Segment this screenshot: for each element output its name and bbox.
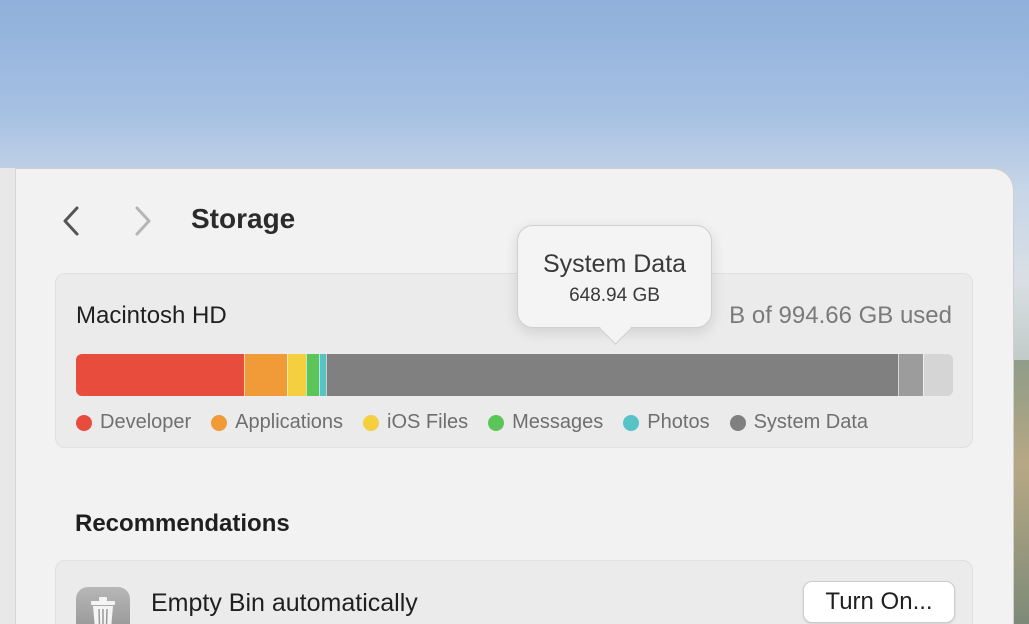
disk-name: Macintosh HD (76, 302, 227, 329)
tooltip-value: 648.94 GB (569, 285, 660, 306)
bar-segment-applications[interactable] (243, 354, 288, 396)
settings-window: Storage Macintosh HD B of 994.66 GB used… (16, 168, 1014, 624)
storage-used-text: B of 994.66 GB used (729, 302, 952, 329)
legend-dot (76, 414, 92, 431)
legend-item: Applications (211, 411, 343, 434)
legend-item: Developer (76, 411, 191, 434)
sidebar-edge (0, 168, 16, 624)
legend-dot (623, 414, 640, 431)
legend-item: System Data (729, 411, 869, 434)
legend-label: iOS Files (387, 411, 469, 433)
legend-item: Messages (488, 411, 603, 434)
bar-segment-developer[interactable] (76, 354, 244, 396)
tooltip-title: System Data (542, 250, 687, 278)
legend-label: Applications (235, 411, 344, 433)
forward-button[interactable] (128, 203, 158, 239)
recommendation-item: Empty Bin automatically Turn On... (55, 560, 973, 624)
recommendation-title: Empty Bin automatically (151, 589, 418, 617)
legend-label: System Data (753, 411, 869, 433)
legend-label: Developer (100, 411, 192, 433)
bar-segment-free[interactable] (923, 354, 953, 396)
recommendations-heading: Recommendations (75, 510, 290, 537)
legend-dot (488, 414, 505, 431)
storage-card: Macintosh HD B of 994.66 GB used Develop… (55, 273, 973, 448)
legend-item: Photos (623, 411, 710, 434)
bar-segment-photos[interactable] (318, 354, 326, 396)
bar-segment-ios-files[interactable] (287, 354, 306, 396)
storage-legend: Developer Applications iOS Files Messages Ph… (76, 411, 868, 434)
legend-label: Messages (512, 411, 604, 433)
chevron-right-icon (135, 206, 151, 236)
bar-segment-messages[interactable] (305, 354, 319, 396)
page-title: Storage (191, 203, 296, 234)
storage-bar[interactable] (76, 354, 953, 396)
chevron-left-icon (63, 206, 79, 236)
legend-dot (729, 414, 746, 431)
bar-segment-other[interactable] (897, 354, 924, 396)
legend-dot (363, 414, 380, 431)
turn-on-button[interactable]: Turn On... (803, 581, 955, 623)
legend-dot (211, 414, 228, 431)
bar-segment-system-data[interactable] (325, 354, 898, 396)
legend-item: iOS Files (363, 411, 468, 434)
system-data-tooltip: System Data 648.94 GB (517, 225, 712, 328)
legend-label: Photos (647, 411, 710, 433)
back-button[interactable] (56, 203, 86, 239)
trash-icon (76, 587, 130, 624)
